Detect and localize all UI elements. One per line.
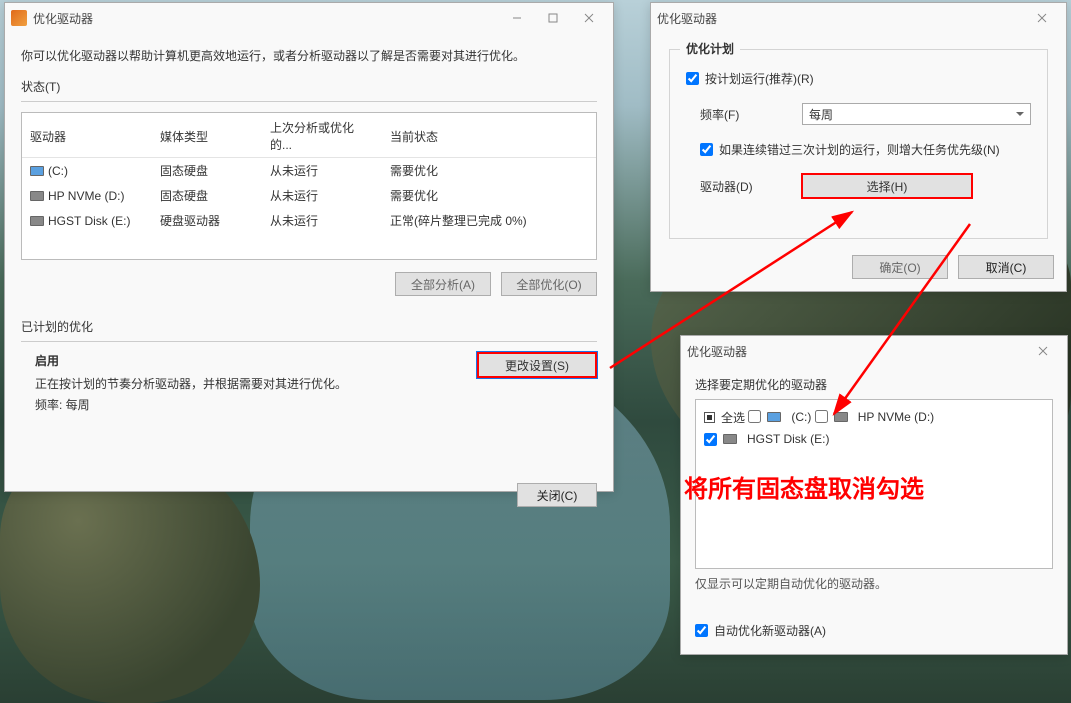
table-row[interactable]: HP NVMe (D:) 固态硬盘 从未运行 需要优化: [22, 183, 596, 208]
tristate-checkbox[interactable]: [704, 412, 715, 423]
drive-checkbox-row[interactable]: (C:): [748, 410, 811, 424]
scheduled-label: 已计划的优化: [21, 318, 597, 335]
drives-table[interactable]: 驱动器 媒体类型 上次分析或优化的... 当前状态 (C:) 固态硬盘 从未运行…: [21, 112, 597, 260]
frequency-label: 频率(F): [700, 106, 790, 123]
maximize-button[interactable]: [535, 4, 571, 32]
divider: [21, 341, 597, 342]
schedule-settings-dialog: 优化驱动器 优化计划 按计划运行(推荐)(R) 频率(F) 每周 如果连续错过三…: [650, 2, 1067, 292]
dialog-content: 选择要定期优化的驱动器 全选 (C:) HP NVMe (D:) HGST Di…: [681, 366, 1067, 655]
description-text: 你可以优化驱动器以帮助计算机更高效地运行，或者分析驱动器以了解是否需要对其进行优…: [21, 47, 597, 64]
ok-button[interactable]: 确定(O): [852, 255, 948, 279]
titlebar: 优化驱动器: [5, 3, 613, 33]
hint-text: 仅显示可以定期自动优化的驱动器。: [695, 575, 1053, 592]
table-row[interactable]: HGST Disk (E:) 硬盘驱动器 从未运行 正常(碎片整理已完成 0%): [22, 208, 596, 233]
close-button[interactable]: [1024, 4, 1060, 32]
col-last: 上次分析或优化的...: [262, 113, 382, 158]
fieldset-title: 优化计划: [680, 40, 740, 57]
checkbox-input[interactable]: [686, 72, 699, 85]
change-settings-button[interactable]: 更改设置(S): [477, 352, 597, 378]
col-media: 媒体类型: [152, 113, 262, 158]
select-all-row[interactable]: 全选: [704, 409, 745, 426]
annotation-text: 将所有固态盘取消勾选: [684, 469, 924, 504]
close-button[interactable]: 关闭(C): [517, 483, 597, 507]
close-button[interactable]: [571, 4, 607, 32]
optimize-drives-window: 优化驱动器 你可以优化驱动器以帮助计算机更高效地运行，或者分析驱动器以了解是否需…: [4, 2, 614, 492]
col-status: 当前状态: [382, 113, 596, 158]
checkbox-input[interactable]: [748, 410, 761, 423]
analyze-all-button[interactable]: 全部分析(A): [395, 272, 491, 296]
choose-desc: 选择要定期优化的驱动器: [695, 376, 1053, 393]
auto-optimize-new-checkbox[interactable]: 自动优化新驱动器(A): [695, 622, 826, 639]
drive-icon: [723, 434, 737, 444]
checkbox-input[interactable]: [815, 410, 828, 423]
close-button[interactable]: [1025, 337, 1061, 365]
run-on-schedule-checkbox[interactable]: 按计划运行(推荐)(R): [686, 70, 814, 87]
table-row[interactable]: (C:) 固态硬盘 从未运行 需要优化: [22, 158, 596, 184]
status-label: 状态(T): [21, 78, 597, 95]
drive-icon: [30, 216, 44, 226]
minimize-button[interactable]: [499, 4, 535, 32]
checkbox-input[interactable]: [700, 143, 713, 156]
window-content: 你可以优化驱动器以帮助计算机更高效地运行，或者分析驱动器以了解是否需要对其进行优…: [5, 33, 613, 517]
drive-icon: [30, 191, 44, 201]
checkbox-input[interactable]: [704, 433, 717, 446]
window-title: 优化驱动器: [687, 343, 747, 360]
app-icon: [11, 10, 27, 26]
drive-checkbox-row[interactable]: HGST Disk (E:): [704, 432, 829, 446]
dialog-footer: 确定(O) 取消(C): [651, 245, 1066, 289]
missed-runs-checkbox[interactable]: 如果连续错过三次计划的运行，则增大任务优先级(N): [700, 141, 1000, 158]
frequency-text: 频率: 每周: [35, 396, 597, 413]
titlebar: 优化驱动器: [651, 3, 1066, 33]
window-title: 优化驱动器: [657, 10, 717, 27]
optimize-all-button[interactable]: 全部优化(O): [501, 272, 597, 296]
cancel-button[interactable]: 取消(C): [958, 255, 1054, 279]
window-title: 优化驱动器: [33, 10, 93, 27]
divider: [21, 101, 597, 102]
col-drive: 驱动器: [22, 113, 152, 158]
dialog-content: 优化计划 按计划运行(推荐)(R) 频率(F) 每周 如果连续错过三次计划的运行…: [651, 33, 1066, 245]
drive-checkbox-row[interactable]: HP NVMe (D:): [815, 410, 934, 424]
drive-icon: [767, 412, 781, 422]
schedule-fieldset: 优化计划 按计划运行(推荐)(R) 频率(F) 每周 如果连续错过三次计划的运行…: [669, 49, 1048, 239]
schedule-block: 启用 正在按计划的节奏分析驱动器，并根据需要对其进行优化。 频率: 每周 更改设…: [21, 352, 597, 413]
drive-icon: [30, 166, 44, 176]
table-header-row: 驱动器 媒体类型 上次分析或优化的... 当前状态: [22, 113, 596, 158]
frequency-dropdown[interactable]: 每周: [802, 103, 1031, 125]
checkbox-input[interactable]: [695, 624, 708, 637]
titlebar: 优化驱动器: [681, 336, 1067, 366]
drive-icon: [834, 412, 848, 422]
drives-label: 驱动器(D): [700, 178, 790, 195]
choose-drives-button[interactable]: 选择(H): [802, 174, 972, 198]
